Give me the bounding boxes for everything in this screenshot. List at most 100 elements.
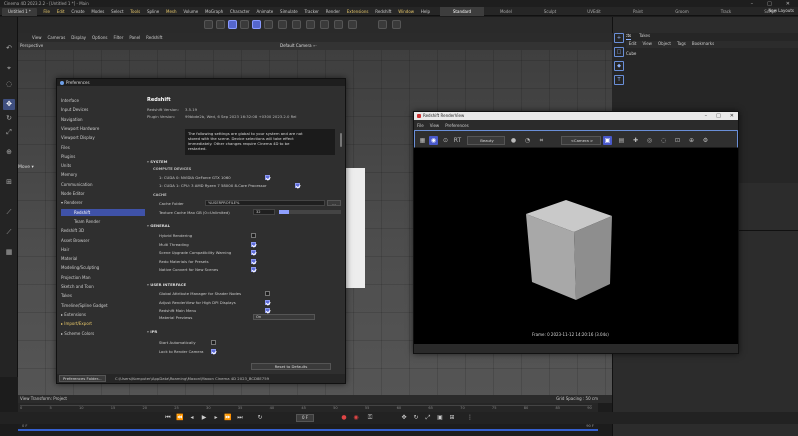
record-icon[interactable]: ● [340, 414, 348, 422]
timeline-settings-icon[interactable]: ⋮ [466, 414, 474, 422]
pen-tool-icon[interactable] [252, 20, 261, 29]
menu-animate[interactable]: Animate [253, 7, 277, 16]
loop-icon[interactable]: ↻ [256, 414, 264, 422]
generator-icon[interactable] [264, 20, 273, 29]
rotate-tool-icon[interactable]: ↻ [3, 113, 15, 124]
grid-icon[interactable]: ▦ [418, 136, 427, 145]
prefs-nav-renderer[interactable]: ▾ Renderer [61, 199, 145, 207]
menu-simulate[interactable]: Simulate [277, 7, 301, 16]
play-icon[interactable]: ▶ [200, 414, 208, 422]
knife-icon[interactable]: ⟋ [3, 227, 15, 238]
material-previews-dropdown[interactable]: On [253, 314, 315, 320]
coordinate-icon[interactable]: ⊕ [3, 147, 15, 158]
prefs-nav-viewport-display[interactable]: Viewport Display [61, 134, 145, 142]
prefs-nav-modeling-sculpting[interactable]: Modeling/Sculpting [61, 264, 145, 272]
snapshot-icon[interactable]: ◔ [523, 136, 532, 145]
menu-edit[interactable]: Edit [53, 7, 68, 16]
option-checkbox[interactable] [251, 233, 256, 238]
menu-help[interactable]: Help [417, 7, 433, 16]
zoom-icon[interactable]: ⊕ [687, 136, 696, 145]
texture-cache-input[interactable]: 32 [253, 209, 275, 215]
layout-tab-sculpt[interactable]: Sculpt [528, 7, 572, 16]
deformer-icon[interactable] [292, 20, 301, 29]
objects-menu-tags[interactable]: Tags [677, 41, 686, 48]
prev-frame-icon[interactable]: ◂ [188, 414, 196, 422]
viewport-menu-options[interactable]: Options [92, 35, 107, 40]
prefs-nav-team-render[interactable]: Team Render [61, 218, 145, 226]
menu-spline[interactable]: Spline [144, 7, 163, 16]
option-checkbox[interactable] [251, 250, 256, 255]
move-tool-icon[interactable]: ✥ [3, 99, 15, 110]
new-layouts-button[interactable]: New Layouts [768, 8, 794, 13]
maximize-icon[interactable]: □ [767, 1, 772, 7]
device-1-checkbox[interactable] [265, 175, 270, 180]
document-tab[interactable]: Untitled 1 * [2, 7, 37, 16]
menu-mesh[interactable]: Mesh [163, 7, 180, 16]
settings-icon[interactable]: ⚙ [701, 136, 710, 145]
prefs-nav-files[interactable]: Files [61, 144, 145, 152]
live-select-icon[interactable]: ◌ [3, 79, 15, 90]
objects-menu-view[interactable]: View [642, 41, 652, 48]
menu-tracker[interactable]: Tracker [301, 7, 322, 16]
objects-menu-edit[interactable]: Edit [629, 41, 637, 48]
color-icon[interactable]: ● [509, 136, 518, 145]
render-image[interactable] [414, 148, 738, 346]
menu-mograph[interactable]: MoGraph [202, 7, 227, 16]
general-section[interactable]: GENERAL [147, 223, 170, 228]
prefs-nav-scheme-colors[interactable]: ▸ Scheme Colors [61, 330, 145, 338]
menu-render[interactable]: Render [322, 7, 343, 16]
prefs-nav-node-editor[interactable]: Node Editor [61, 190, 145, 198]
layout-tab-model[interactable]: Model [484, 7, 528, 16]
prefs-nav-asset-browser[interactable]: Asset Browser [61, 237, 145, 245]
crop-icon[interactable]: ⌗ [537, 136, 546, 145]
objects-menu-object[interactable]: Object [658, 41, 671, 48]
brush-icon[interactable]: ⟋ [3, 207, 15, 218]
environment-icon[interactable] [320, 20, 329, 29]
paint-icon[interactable]: ▦ [3, 247, 15, 258]
cache-folder-input[interactable]: %USERPROFILE% [205, 200, 325, 206]
renderview-menu-view[interactable]: View [430, 123, 440, 128]
scale-tool-icon[interactable]: ⤢ [3, 127, 15, 138]
go-to-start-icon[interactable]: ⏮ [164, 414, 172, 422]
option-checkbox[interactable] [211, 340, 216, 345]
next-key-icon[interactable]: ⏩ [224, 414, 232, 422]
scale-key-icon[interactable]: ⤢ [424, 414, 432, 422]
viewport-menu-filter[interactable]: Filter [113, 35, 123, 40]
timeline-ruler[interactable]: 0 5 10 15 20 25 30 35 40 45 50 55 60 65 70 75 80 85 90 [18, 403, 598, 412]
fit-icon[interactable]: ⊡ [673, 136, 682, 145]
prefs-nav-navigation[interactable]: Navigation [61, 116, 145, 124]
menu-file[interactable]: File [40, 7, 53, 16]
snap-icon[interactable]: ⊞ [3, 177, 15, 188]
minimize-icon[interactable]: – [751, 1, 754, 7]
prefs-nav-sketch-and-toon[interactable]: Sketch and Toon [61, 283, 145, 291]
rt-icon[interactable]: RT [453, 136, 462, 145]
cube-primitive-icon[interactable] [240, 20, 249, 29]
lock-camera-icon[interactable]: ▣ [603, 136, 612, 145]
reset-to-defaults-button[interactable]: Reset to Defaults [251, 363, 331, 370]
prefs-nav-interface[interactable]: Interface [61, 97, 145, 105]
prefs-nav-memory[interactable]: Memory [61, 171, 145, 179]
render-icon[interactable] [216, 20, 225, 29]
menu-select[interactable]: Select [108, 7, 127, 16]
keyframe-icon[interactable]: ⚿ [366, 414, 374, 422]
denoise-icon[interactable]: ◌ [659, 136, 668, 145]
viewport-menu-panel[interactable]: Panel [129, 35, 140, 40]
menu-volume[interactable]: Volume [180, 7, 202, 16]
close-icon[interactable]: ✕ [730, 112, 734, 120]
prefs-nav-input-devices[interactable]: Input Devices [61, 106, 145, 114]
objects-tab-takes[interactable]: Takes [639, 33, 650, 40]
device-2-checkbox[interactable] [295, 183, 300, 188]
system-section[interactable]: SYSTEM [147, 159, 167, 164]
user-interface-section[interactable]: USER INTERFACE [147, 282, 186, 287]
pla-key-icon[interactable]: ⊞ [448, 414, 456, 422]
rotate-key-icon[interactable]: ↻ [412, 414, 420, 422]
move-key-icon[interactable]: ✥ [400, 414, 408, 422]
menu-character[interactable]: Character [227, 7, 254, 16]
menu-window[interactable]: Window [395, 7, 418, 16]
prefs-nav-redshift-3d[interactable]: Redshift 3D [61, 227, 145, 235]
viewport-menu-view[interactable]: View [32, 35, 42, 40]
option-checkbox[interactable] [251, 258, 256, 264]
maximize-icon[interactable]: □ [716, 112, 721, 120]
go-to-end-icon[interactable]: ⏭ [236, 414, 244, 422]
viewport-menu-cameras[interactable]: Cameras [48, 35, 66, 40]
